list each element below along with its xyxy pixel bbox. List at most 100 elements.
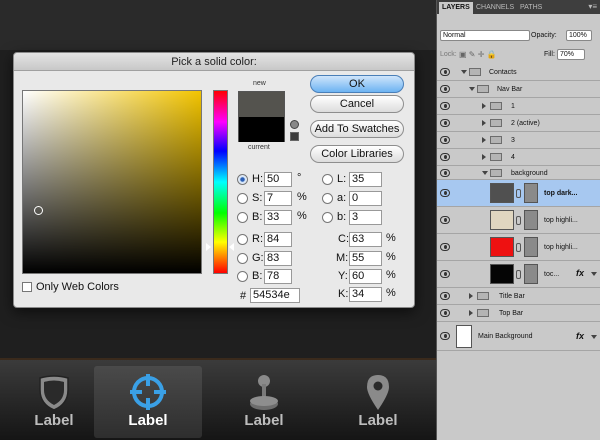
- collapse-arrow-icon[interactable]: [482, 103, 486, 109]
- layer-mask-thumbnail[interactable]: [524, 210, 538, 230]
- eye-icon[interactable]: [440, 332, 450, 340]
- panel-menu-icon[interactable]: ▾≡: [588, 2, 597, 11]
- eye-icon[interactable]: [440, 243, 450, 251]
- black-unit: %: [386, 287, 396, 299]
- red-input[interactable]: 84: [264, 232, 292, 247]
- eye-icon[interactable]: [440, 216, 450, 224]
- link-icon[interactable]: [516, 270, 521, 279]
- b-channel-radio[interactable]: [322, 212, 333, 223]
- link-icon[interactable]: [516, 216, 521, 225]
- layer-row[interactable]: background: [437, 166, 600, 180]
- layer-row[interactable]: Nav Bar: [437, 81, 600, 98]
- layer-row[interactable]: toc... fx: [437, 261, 600, 288]
- saturation-input[interactable]: 7: [264, 191, 292, 206]
- collapse-arrow-icon[interactable]: [469, 293, 473, 299]
- hue-input[interactable]: 50: [264, 172, 292, 187]
- expand-arrow-icon[interactable]: [482, 171, 488, 175]
- add-to-swatches-button[interactable]: Add To Swatches: [310, 120, 404, 138]
- eye-icon[interactable]: [440, 189, 450, 197]
- lightness-input[interactable]: 35: [349, 172, 382, 187]
- fill-label: Fill:: [544, 51, 555, 58]
- current-color-swatch[interactable]: [239, 117, 284, 142]
- blend-mode-select[interactable]: Normal: [440, 30, 530, 41]
- eye-icon[interactable]: [440, 136, 450, 144]
- hue-arrow-left[interactable]: [206, 243, 211, 251]
- lightness-radio[interactable]: [322, 174, 333, 185]
- tab-item-joystick[interactable]: Label: [210, 366, 318, 438]
- saturation-radio[interactable]: [237, 193, 248, 204]
- link-icon[interactable]: [516, 189, 521, 198]
- hue-slider[interactable]: [213, 90, 228, 274]
- layer-row[interactable]: 4: [437, 149, 600, 166]
- layer-row[interactable]: 2 (active): [437, 115, 600, 132]
- fx-icon[interactable]: fx: [576, 331, 584, 341]
- green-radio[interactable]: [237, 253, 248, 264]
- expand-arrow-icon[interactable]: [469, 87, 475, 91]
- a-channel-input[interactable]: 0: [349, 191, 382, 206]
- blue-radio[interactable]: [237, 271, 248, 282]
- eye-icon[interactable]: [440, 153, 450, 161]
- layer-row[interactable]: 3: [437, 132, 600, 149]
- layer-mask-thumbnail[interactable]: [524, 237, 538, 257]
- ok-button[interactable]: OK: [310, 75, 404, 93]
- red-radio[interactable]: [237, 234, 248, 245]
- a-channel-radio[interactable]: [322, 193, 333, 204]
- cancel-button[interactable]: Cancel: [310, 95, 404, 113]
- collapse-arrow-icon[interactable]: [482, 120, 486, 126]
- fill-input[interactable]: 70%: [557, 49, 585, 60]
- tab-item-shield[interactable]: Label: [0, 366, 108, 438]
- collapse-arrow-icon[interactable]: [482, 137, 486, 143]
- tab-paths[interactable]: PATHS: [517, 2, 545, 14]
- link-icon[interactable]: [516, 243, 521, 252]
- web-colors-checkbox-box[interactable]: [22, 282, 32, 293]
- eye-icon[interactable]: [440, 309, 450, 317]
- hex-input[interactable]: 54534e: [250, 288, 300, 303]
- fx-icon[interactable]: fx: [576, 268, 584, 278]
- eye-icon[interactable]: [440, 85, 450, 93]
- layer-row[interactable]: Contacts: [437, 64, 600, 81]
- opacity-input[interactable]: 100%: [566, 30, 592, 41]
- magenta-input[interactable]: 55: [349, 251, 382, 266]
- expand-effects-icon[interactable]: [591, 272, 597, 276]
- blue-input[interactable]: 78: [264, 269, 292, 284]
- layer-mask-thumbnail[interactable]: [524, 264, 538, 284]
- brightness-input[interactable]: 33: [264, 210, 292, 225]
- brightness-radio[interactable]: [237, 212, 248, 223]
- web-safe-warning-icon[interactable]: [290, 132, 299, 141]
- black-input[interactable]: 34: [349, 287, 382, 302]
- tab-channels[interactable]: CHANNELS: [473, 2, 517, 14]
- color-picker-cursor[interactable]: [34, 206, 43, 215]
- yellow-input[interactable]: 60: [349, 269, 382, 284]
- tab-item-map-pin[interactable]: Label: [324, 366, 432, 438]
- gamut-warning-icon[interactable]: [290, 120, 299, 129]
- hue-arrow-right[interactable]: [229, 243, 234, 251]
- layer-row[interactable]: Top Bar: [437, 305, 600, 322]
- b-channel-input[interactable]: 3: [349, 210, 382, 225]
- layer-row[interactable]: top highli...: [437, 207, 600, 234]
- lock-icons[interactable]: ▣ ✎ ✛ 🔒: [459, 50, 497, 59]
- layer-row[interactable]: Main Background fx: [437, 322, 600, 351]
- layer-row[interactable]: 1: [437, 98, 600, 115]
- color-libraries-button[interactable]: Color Libraries: [310, 145, 404, 163]
- expand-arrow-icon[interactable]: [461, 70, 467, 74]
- green-input[interactable]: 83: [264, 251, 292, 266]
- collapse-arrow-icon[interactable]: [469, 310, 473, 316]
- layer-row[interactable]: Title Bar: [437, 288, 600, 305]
- saturation-brightness-field[interactable]: [22, 90, 202, 274]
- layer-mask-thumbnail[interactable]: [524, 183, 538, 203]
- layer-row[interactable]: top highli...: [437, 234, 600, 261]
- collapse-arrow-icon[interactable]: [482, 154, 486, 160]
- only-web-colors-checkbox[interactable]: Only Web Colors: [22, 281, 119, 293]
- hue-radio[interactable]: [237, 174, 248, 185]
- eye-icon[interactable]: [440, 292, 450, 300]
- expand-effects-icon[interactable]: [591, 335, 597, 339]
- eye-icon[interactable]: [440, 169, 450, 177]
- tab-layers[interactable]: LAYERS: [439, 2, 473, 14]
- layer-row-selected[interactable]: top dark...: [437, 180, 600, 207]
- eye-icon[interactable]: [440, 119, 450, 127]
- eye-icon[interactable]: [440, 270, 450, 278]
- tab-item-crosshair[interactable]: Label: [94, 366, 202, 438]
- eye-icon[interactable]: [440, 68, 450, 76]
- eye-icon[interactable]: [440, 102, 450, 110]
- cyan-input[interactable]: 63: [349, 232, 382, 247]
